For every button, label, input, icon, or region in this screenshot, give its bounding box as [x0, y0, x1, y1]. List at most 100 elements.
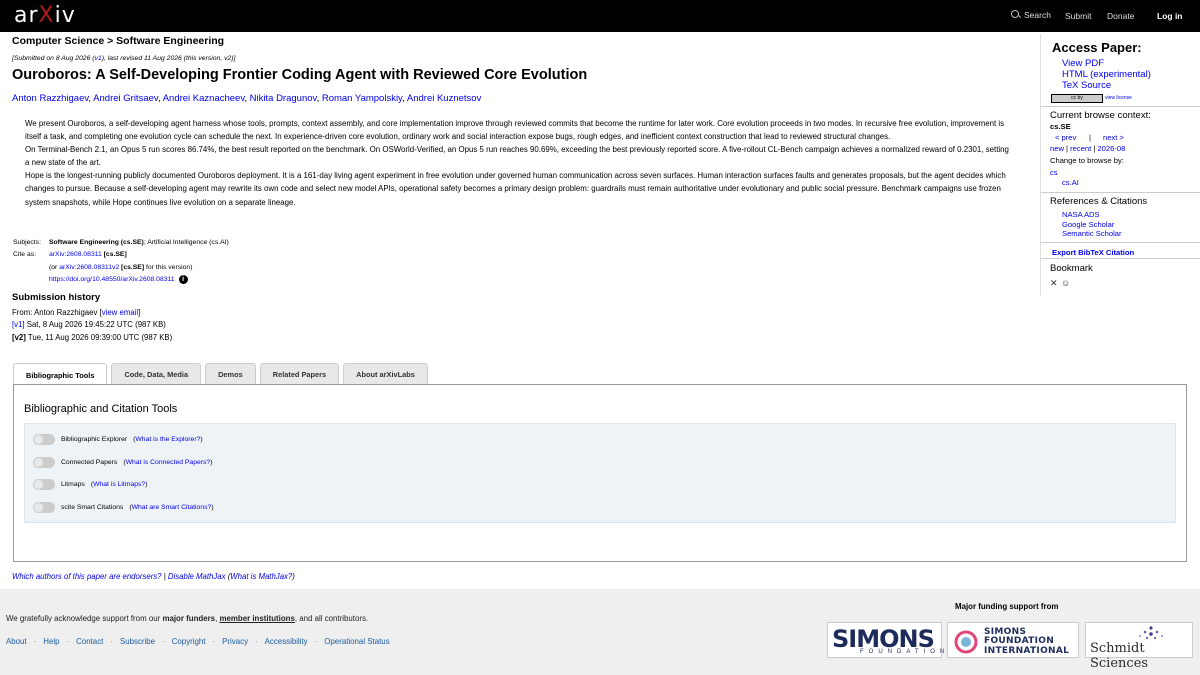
html-link[interactable]: HTML (experimental) — [1062, 69, 1151, 80]
author-link[interactable]: Nikita Dragunov — [250, 93, 317, 104]
tool-help-link[interactable]: What is the Explorer? — [135, 436, 200, 443]
doi-link[interactable]: https://doi.org/10.48550/arXiv.2608.0831… — [49, 276, 175, 283]
metadata-table: Subjects: Software Engineering (cs.SE); A… — [13, 237, 229, 286]
tab-related-papers[interactable]: Related Papers — [259, 363, 340, 384]
author-link[interactable]: Anton Razzhigaev — [12, 93, 88, 104]
bookmark-title: Bookmark — [1050, 263, 1093, 274]
submission-history: From: Anton Razzhigaev [view email] [v1]… — [12, 307, 172, 344]
simons-foundation-logo[interactable]: SIMONS FOUNDATION — [827, 622, 944, 658]
arxiv-logo[interactable]: arXiv — [14, 3, 76, 28]
google-scholar-link[interactable]: Google Scholar — [1062, 220, 1114, 229]
tex-source-link[interactable]: TeX Source — [1062, 80, 1111, 91]
litmaps-toggle[interactable] — [33, 479, 55, 490]
author-link[interactable]: Andrei Gritsaev — [93, 93, 158, 104]
cite-version-category: [cs.SE] — [119, 263, 145, 271]
search-link[interactable]: Search — [1011, 10, 1051, 20]
donate-link[interactable]: Donate — [1107, 11, 1134, 21]
view-license-link[interactable]: view license — [1105, 95, 1132, 101]
bibsonomy-icon[interactable]: ✕ — [1050, 278, 1060, 288]
new-link[interactable]: new — [1050, 144, 1064, 153]
subscribe-link[interactable]: Subscribe — [120, 637, 155, 646]
ack-suffix: , and all contributors. — [294, 614, 369, 623]
view-pdf-link[interactable]: View PDF — [1062, 58, 1104, 69]
browse-csai-link[interactable]: cs.AI — [1062, 178, 1079, 187]
footer-links: About · Help · Contact · Subscribe · Copyrig… — [6, 637, 390, 646]
abstract: We present Ouroboros, a self-developing … — [25, 117, 1010, 209]
next-link[interactable]: next > — [1103, 133, 1124, 142]
tool-help-link[interactable]: What is Litmaps? — [93, 481, 145, 488]
dateline-v1-link[interactable]: v1 — [95, 55, 102, 62]
browse-links: new | recent | 2026-08 — [1050, 144, 1126, 153]
access-paper-title: Access Paper: — [1052, 40, 1142, 55]
author-link[interactable]: Roman Yampolskiy — [322, 93, 402, 104]
cc-license-badge[interactable]: cc by — [1051, 94, 1103, 103]
acknowledgement: We gratefully acknowledge support from o… — [6, 614, 368, 623]
tab-bibliographic-tools[interactable]: Bibliographic Tools — [13, 363, 108, 386]
abstract-paragraph: On Terminal-Bench 2.1, an Opus 5 run sco… — [25, 145, 1009, 168]
cite-version-link[interactable]: arXiv:2608.08311v2 — [59, 264, 119, 271]
version-v2-tag: [v2] — [12, 332, 26, 342]
browse-context-title: Current browse context: — [1050, 110, 1151, 121]
copyright-link[interactable]: Copyright — [172, 637, 206, 646]
labs-tabs: Bibliographic Tools Code, Data, Media De… — [13, 363, 428, 386]
bibliographic-explorer-toggle[interactable] — [33, 434, 55, 445]
endorse-paren-close: ) — [292, 572, 295, 581]
tool-name: scite Smart Citations — [61, 504, 124, 511]
secondary-subjects: ; Artificial Intelligence (cs.AI) — [143, 239, 229, 246]
recent-link[interactable]: recent — [1070, 144, 1091, 153]
footer: We gratefully acknowledge support from o… — [0, 589, 1200, 675]
tab-about-arxivlabs[interactable]: About arXivLabs — [343, 363, 428, 384]
export-bibtex-link[interactable]: Export BibTeX Citation — [1052, 248, 1134, 257]
simons-subtitle: FOUNDATION — [860, 649, 950, 655]
disable-mathjax-link[interactable]: Disable MathJax — [168, 572, 226, 581]
sfi-logo[interactable]: SIMONS FOUNDATION INTERNATIONAL — [947, 622, 1079, 658]
version-v1-date: Sat, 8 Aug 2026 19:45:22 UTC (987 KB) — [24, 320, 166, 330]
abstract-paragraph: Hope is the longest-running publicly doc… — [25, 171, 1006, 207]
info-icon[interactable]: i — [178, 274, 188, 284]
login-link[interactable]: Log in — [1157, 11, 1183, 21]
semantic-scholar-link[interactable]: Semantic Scholar — [1062, 229, 1122, 238]
breadcrumb[interactable]: Computer Science > Software Engineering — [12, 35, 224, 47]
major-funders-link[interactable]: major funders — [162, 614, 215, 623]
help-link[interactable]: Help — [43, 637, 59, 646]
search-label: Search — [1024, 10, 1051, 20]
accessibility-link[interactable]: Accessibility — [265, 637, 308, 646]
top-header: arXiv Search Submit Donate Log in — [0, 0, 1200, 32]
prev-link[interactable]: < prev — [1055, 133, 1076, 142]
sfi-line-3: INTERNATIONAL — [984, 645, 1070, 656]
operational-status-link[interactable]: Operational Status — [324, 637, 389, 646]
tool-help-link[interactable]: What are Smart Citations? — [132, 504, 212, 511]
cite-id-link[interactable]: arXiv:2608.08311 — [49, 251, 102, 258]
what-is-mathjax-link[interactable]: What is MathJax? — [230, 572, 292, 581]
view-email-link[interactable]: view email — [102, 308, 138, 317]
reddit-icon[interactable]: ☺ — [1061, 278, 1071, 288]
submit-link[interactable]: Submit — [1065, 11, 1091, 21]
tool-name: Bibliographic Explorer — [61, 436, 128, 443]
schmidt-wordmark: Schmidt Sciences — [1090, 641, 1149, 671]
tools-list: Bibliographic Explorer (What is the Explo… — [24, 423, 1176, 523]
about-link[interactable]: About — [6, 637, 27, 646]
author-link[interactable]: Andrei Kaznacheev — [163, 93, 245, 104]
member-institutions-link[interactable]: member institutions — [219, 614, 294, 623]
scite-toggle[interactable] — [33, 502, 55, 513]
tool-help-link[interactable]: What is Connected Papers? — [126, 459, 211, 466]
endorsers-line: Which authors of this paper are endorser… — [12, 572, 295, 581]
sfi-wordmark: SIMONS FOUNDATION INTERNATIONAL — [984, 627, 1070, 656]
submission-history-title: Submission history — [12, 292, 101, 303]
author-link[interactable]: Andrei Kuznetsov — [407, 93, 481, 104]
connected-papers-toggle[interactable] — [33, 457, 55, 468]
tool-name: Litmaps — [61, 481, 85, 488]
subjects-label: Subjects: — [13, 239, 41, 246]
tab-demos[interactable]: Demos — [205, 363, 256, 384]
contact-link[interactable]: Contact — [76, 637, 103, 646]
privacy-link[interactable]: Privacy — [222, 637, 248, 646]
nasa-ads-link[interactable]: NASA ADS — [1062, 210, 1100, 219]
search-icon — [1011, 10, 1021, 20]
endorsers-link[interactable]: Which authors of this paper are endorser… — [12, 572, 162, 581]
month-link[interactable]: 2026-08 — [1097, 144, 1125, 153]
context-category: cs.SE — [1050, 122, 1071, 131]
tab-code-data-media[interactable]: Code, Data, Media — [111, 363, 202, 384]
version-v1-link[interactable]: [v1] — [12, 320, 25, 329]
browse-cs-link[interactable]: cs — [1050, 168, 1058, 177]
schmidt-sciences-logo[interactable]: Schmidt Sciences — [1085, 622, 1193, 671]
